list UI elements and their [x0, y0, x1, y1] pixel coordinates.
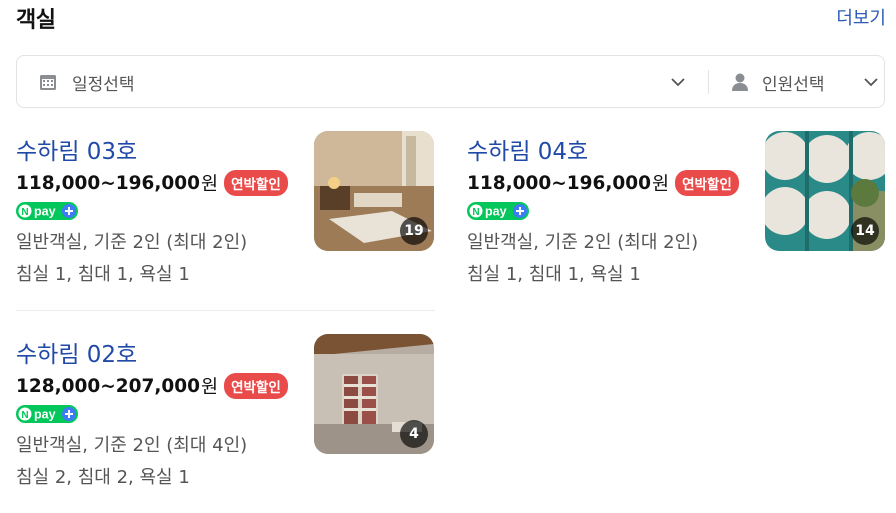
room-description: 일반객실, 기준 2인 (최대 2인): [16, 232, 248, 253]
room-photo[interactable]: 14: [765, 131, 885, 251]
room-price: 128,000~207,000: [16, 375, 201, 397]
people-select-button[interactable]: 인원선택: [717, 56, 885, 107]
room-name[interactable]: 수하림 03호: [16, 132, 137, 166]
npay-label: pay: [34, 408, 56, 422]
room-description: 일반객실, 기준 2인 (최대 2인): [467, 232, 699, 253]
price-row: 128,000~207,000원 연박할인: [16, 373, 288, 401]
npay-icon: N pay: [16, 202, 78, 220]
chevron-down-icon: [864, 78, 878, 87]
currency-label: 원: [201, 377, 219, 398]
people-select-label: 인원선택: [762, 75, 825, 95]
room-price: 118,000~196,000: [16, 172, 201, 194]
photo-count: 14: [851, 217, 879, 245]
room-name[interactable]: 수하림 02호: [16, 335, 137, 369]
filter-bar: 일정선택 인원선택: [16, 55, 885, 108]
discount-badge: 연박할인: [675, 170, 739, 196]
room-description: 일반객실, 기준 2인 (최대 4인): [16, 435, 248, 456]
price-row: 118,000~196,000원 연박할인: [467, 170, 739, 198]
calendar-icon: [40, 75, 56, 90]
room-photo[interactable]: 4: [314, 334, 434, 454]
chevron-down-icon: [671, 78, 685, 87]
photo-count: 4: [400, 420, 428, 448]
npay-label: pay: [485, 205, 507, 219]
room-price: 118,000~196,000: [467, 172, 652, 194]
svg-text:N: N: [21, 410, 28, 421]
currency-label: 원: [201, 174, 219, 195]
npay-icon: N pay: [16, 405, 78, 423]
date-select-label: 일정선택: [72, 75, 135, 95]
filter-divider: [708, 70, 709, 94]
room-name[interactable]: 수하림 04호: [467, 132, 588, 166]
person-icon: [732, 73, 748, 91]
section-title: 객실: [16, 8, 56, 33]
discount-badge: 연박할인: [224, 373, 288, 399]
row-divider: [16, 310, 435, 311]
discount-badge: 연박할인: [224, 170, 288, 196]
more-link[interactable]: 더보기: [836, 4, 886, 30]
npay-label: pay: [34, 205, 56, 219]
price-row: 118,000~196,000원 연박할인: [16, 170, 288, 198]
room-beds: 침실 1, 침대 1, 욕실 1: [16, 264, 190, 285]
currency-label: 원: [652, 174, 670, 195]
photo-count: 19: [400, 217, 428, 245]
room-photo[interactable]: 19: [314, 131, 434, 251]
section-header: 객실 더보기: [16, 0, 886, 36]
npay-icon: N pay: [467, 202, 529, 220]
date-select-button[interactable]: 일정선택: [17, 56, 707, 107]
svg-text:N: N: [21, 207, 28, 218]
svg-text:N: N: [472, 207, 479, 218]
room-beds: 침실 2, 침대 2, 욕실 1: [16, 467, 190, 488]
room-beds: 침실 1, 침대 1, 욕실 1: [467, 264, 641, 285]
